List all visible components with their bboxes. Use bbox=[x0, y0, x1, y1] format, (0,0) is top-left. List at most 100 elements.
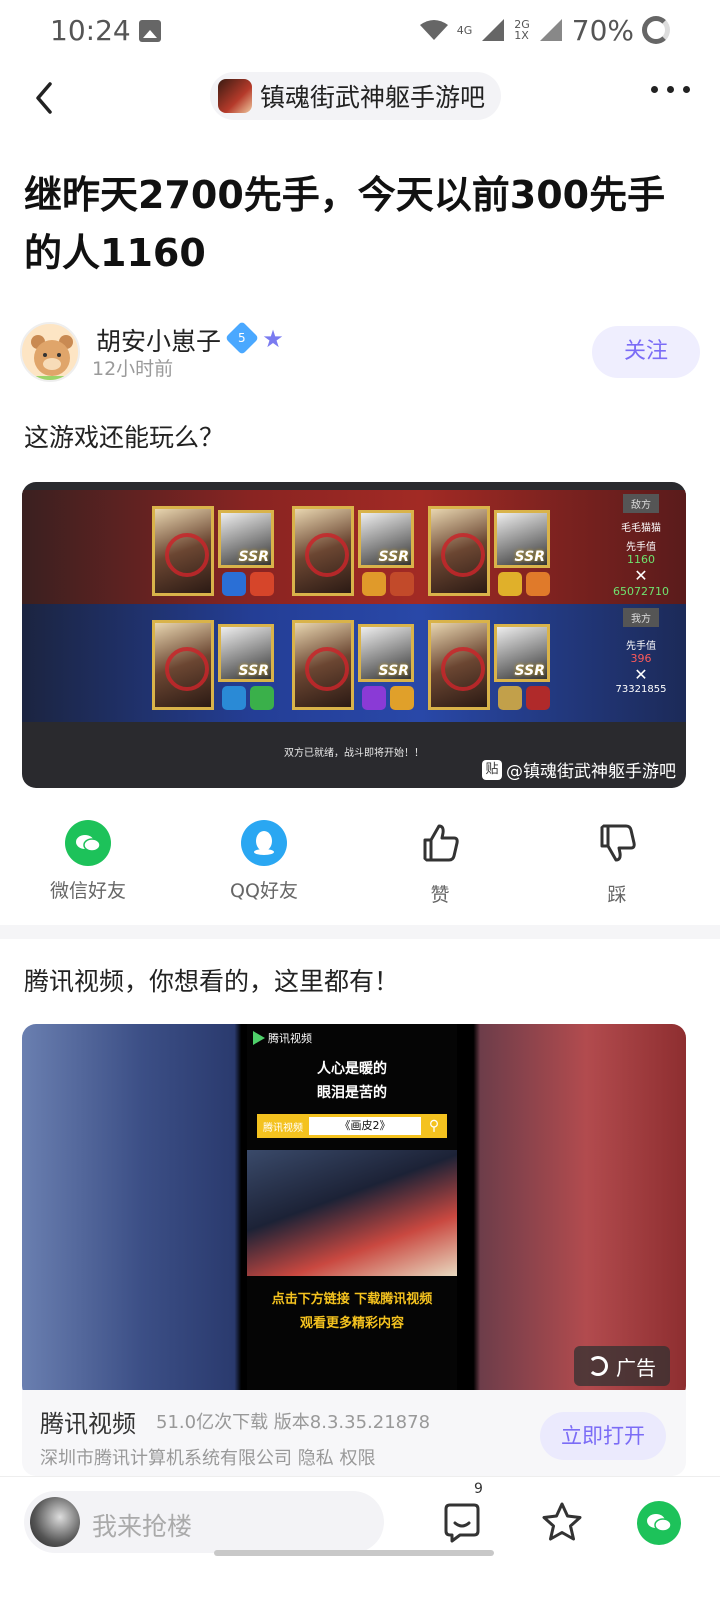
ad-search-label: 腾讯视频 bbox=[263, 1122, 303, 1134]
ssr-label: SSR bbox=[514, 549, 545, 565]
thumbs-up-icon bbox=[423, 824, 459, 862]
nav-bar: 镇魂街武神躯手游吧 bbox=[0, 62, 720, 132]
enemy-name: 毛毛猫猫 bbox=[621, 523, 661, 534]
enemy-card-3: SSR bbox=[428, 506, 554, 600]
home-indicator bbox=[214, 1550, 494, 1556]
bear-avatar-icon bbox=[22, 324, 78, 380]
ad-cta-1: 点击下方链接 下载腾讯视频 bbox=[271, 1292, 433, 1307]
wechat-share-icon[interactable] bbox=[637, 1501, 681, 1545]
enemy-power: 65072710 bbox=[613, 585, 669, 598]
star-badge-icon: ★ bbox=[262, 325, 284, 353]
forum-avatar bbox=[218, 79, 252, 113]
post-title: 继昨天2700先手，今天以前300先手的人1160 bbox=[24, 173, 666, 275]
enemy-initiative-label: 先手值 bbox=[626, 542, 656, 553]
wifi-icon bbox=[419, 20, 448, 40]
ally-card-3: SSR bbox=[428, 620, 554, 714]
image-watermark: 贴 @镇魂街武神躯手游吧 bbox=[482, 757, 676, 782]
ad-scene-image bbox=[247, 1150, 457, 1276]
author-avatar[interactable] bbox=[20, 322, 80, 382]
ssr-label: SSR bbox=[238, 549, 269, 565]
ally-card-1: SSR bbox=[152, 620, 278, 714]
battery-ring-icon bbox=[642, 16, 670, 44]
network-2g-1x: 2G 1X bbox=[514, 19, 530, 41]
ally-initiative: 396 bbox=[630, 652, 652, 665]
user-avatar bbox=[30, 1497, 80, 1547]
share-wechat-button[interactable]: 微信好友 bbox=[28, 820, 148, 903]
ssr-label: SSR bbox=[378, 549, 409, 565]
ad-phone-frame: 腾讯视频 人心是暖的 眼泪是苦的 腾讯视频 《画皮2》 ⚲ 点击下方链接 下载腾… bbox=[247, 1024, 457, 1400]
ad-search-bar: 腾讯视频 《画皮2》 ⚲ bbox=[257, 1114, 447, 1138]
network-4g: 4G bbox=[457, 25, 473, 36]
post-time: 12小时前 bbox=[92, 358, 174, 380]
enemy-card-1: SSR bbox=[152, 506, 278, 600]
ally-card-2: SSR bbox=[292, 620, 418, 714]
ad-video[interactable]: 腾讯视频 人心是暖的 眼泪是苦的 腾讯视频 《画皮2》 ⚲ 点击下方链接 下载腾… bbox=[22, 1024, 686, 1400]
wechat-icon bbox=[65, 820, 111, 866]
swords-icon: ✕ bbox=[634, 665, 648, 684]
ad-line-2: 眼泪是苦的 bbox=[317, 1085, 387, 1101]
dislike-button[interactable]: 踩 bbox=[557, 820, 677, 907]
reply-input[interactable]: 我来抢楼 bbox=[24, 1491, 384, 1553]
level-badge-value: 5 bbox=[238, 330, 246, 345]
search-icon: ⚲ bbox=[428, 1118, 440, 1134]
status-bar: 10:24 4G 2G 1X 70% bbox=[0, 0, 720, 62]
signal-icon-1 bbox=[482, 19, 505, 41]
status-time: 10:24 bbox=[50, 14, 131, 47]
section-divider bbox=[0, 925, 720, 939]
forum-pill[interactable]: 镇魂街武神躯手游吧 bbox=[210, 72, 502, 120]
author-badges: 5 ★ bbox=[225, 321, 286, 355]
ad-cta-2: 观看更多精彩内容 bbox=[299, 1316, 404, 1331]
favorite-star-icon[interactable] bbox=[538, 1499, 586, 1547]
thumbs-down-icon bbox=[600, 824, 636, 862]
bottom-bar: 我来抢楼 9 bbox=[0, 1476, 720, 1600]
ad-logo-text: 腾讯视频 bbox=[268, 1032, 312, 1045]
author-name[interactable]: 胡安小崽子 bbox=[96, 322, 221, 358]
share-wechat-label: 微信好友 bbox=[49, 880, 126, 902]
ad-badge[interactable]: 广告 bbox=[574, 1346, 670, 1386]
enemy-team-row: SSR SSR SSR 敌方 毛毛猫猫 先手值 1160 ✕ 65072710 bbox=[22, 490, 686, 608]
network-1x-label: 1X bbox=[514, 29, 529, 42]
app-meta: 51.0亿次下载 版本8.3.35.21878 bbox=[156, 1412, 431, 1433]
ally-power: 73321855 bbox=[615, 684, 667, 695]
post-image[interactable]: SSR SSR SSR 敌方 毛毛猫猫 先手值 1160 ✕ 65072710 … bbox=[22, 482, 686, 788]
tencent-video-logo: 腾讯视频 bbox=[253, 1030, 312, 1046]
ally-initiative-label: 先手值 bbox=[626, 641, 656, 652]
ad-swirl-icon bbox=[588, 1356, 608, 1376]
ally-tag: 我方 bbox=[623, 608, 659, 627]
enemy-card-2: SSR bbox=[292, 506, 418, 600]
share-row: 微信好友 QQ好友 赞 踩 bbox=[0, 820, 720, 910]
enemy-info: 敌方 毛毛猫猫 先手值 1160 ✕ 65072710 bbox=[606, 494, 676, 598]
like-button[interactable]: 赞 bbox=[380, 820, 500, 907]
follow-button[interactable]: 关注 bbox=[592, 326, 700, 378]
ad-search-value: 《画皮2》 bbox=[309, 1117, 421, 1135]
image-notification-icon bbox=[139, 20, 161, 42]
ally-info: 我方 先手值 396 ✕ 73321855 bbox=[606, 608, 676, 695]
comment-count: 9 bbox=[474, 1481, 483, 1497]
open-app-button[interactable]: 立即打开 bbox=[540, 1412, 666, 1460]
share-qq-label: QQ好友 bbox=[230, 880, 298, 902]
reply-placeholder: 我来抢楼 bbox=[92, 1512, 193, 1541]
watermark-text: @镇魂街武神躯手游吧 bbox=[506, 762, 676, 782]
tieba-icon: 贴 bbox=[482, 759, 502, 780]
app-company: 深圳市腾讯计算机系统有限公司 隐私 权限 bbox=[40, 1448, 376, 1469]
comment-icon[interactable] bbox=[440, 1501, 484, 1545]
more-menu-icon[interactable] bbox=[651, 86, 690, 93]
share-qq-button[interactable]: QQ好友 bbox=[204, 820, 324, 903]
ssr-label: SSR bbox=[378, 663, 409, 679]
back-arrow-icon[interactable] bbox=[30, 78, 60, 118]
ssr-label: SSR bbox=[238, 663, 269, 679]
network-4g-label: 4G bbox=[456, 23, 473, 37]
level-badge: 5 bbox=[225, 321, 259, 355]
ad-badge-label: 广告 bbox=[616, 1355, 656, 1380]
author-row: 胡安小崽子 5 ★ 12小时前 关注 bbox=[20, 321, 700, 388]
dislike-label: 踩 bbox=[607, 884, 627, 906]
enemy-initiative: 1160 bbox=[627, 553, 655, 566]
swords-icon: ✕ bbox=[634, 566, 648, 585]
battery-percent: 70% bbox=[571, 13, 634, 47]
like-label: 赞 bbox=[430, 884, 450, 906]
ad-app-card[interactable]: 腾讯视频 51.0亿次下载 版本8.3.35.21878 深圳市腾讯计算机系统有… bbox=[22, 1390, 686, 1476]
ally-team-row: SSR SSR SSR 我方 先手值 396 ✕ 73321855 bbox=[22, 604, 686, 722]
post-body: 这游戏还能玩么？ bbox=[24, 423, 225, 452]
enemy-tag: 敌方 bbox=[623, 494, 659, 513]
status-right: 4G 2G 1X 70% bbox=[419, 12, 670, 48]
